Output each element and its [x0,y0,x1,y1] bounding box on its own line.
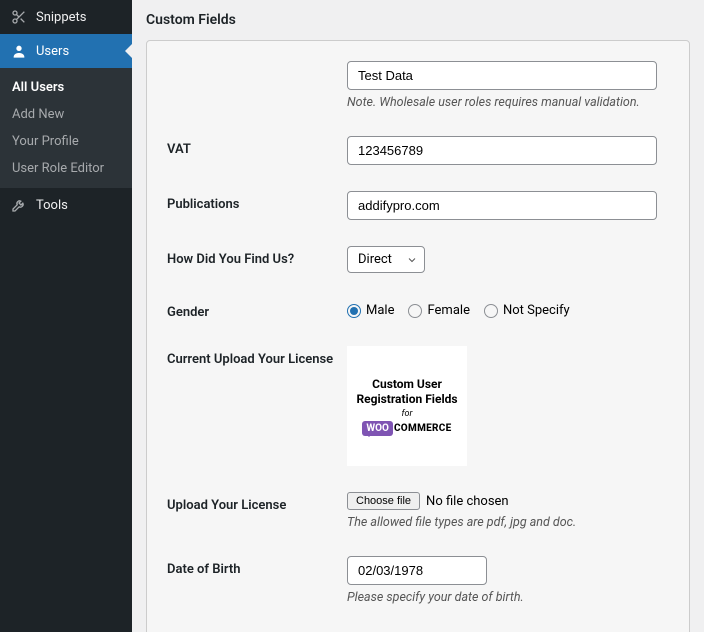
thumb-line2: Registration Fields [356,392,457,407]
label-upload-license: Upload Your License [167,492,347,513]
chevron-down-icon [406,254,418,266]
vat-input[interactable] [347,136,657,165]
radio-icon [484,304,498,318]
menu-label: Snippets [36,10,87,25]
radio-notspecify[interactable]: Not Specify [484,303,570,318]
content-area: Custom Fields Note. Wholesale user roles… [132,0,704,632]
findus-value: Direct [358,252,392,267]
radio-label: Not Specify [503,303,570,318]
woocommerce-logo: WOO COMMERCE [362,421,451,436]
label-publications: Publications [167,191,347,212]
menu-label: Tools [36,198,68,213]
license-thumbnail: Custom User Registration Fields for WOO … [347,346,467,466]
row-current-license: Current Upload Your License Custom User … [167,346,669,466]
row-upload-license: Upload Your License Choose file No file … [167,492,669,530]
radio-label: Male [366,303,394,318]
admin-sidebar: Snippets Users All Users Add New Your Pr… [0,0,132,632]
row-gender: Gender Male Female Not Specify [167,299,669,320]
row-dob: Date of Birth Please specify your date o… [167,556,669,605]
page-title: Custom Fields [146,12,690,28]
row-publications: Publications [167,191,669,220]
user-icon [10,42,28,60]
label-vat: VAT [167,136,347,157]
radio-icon [347,304,361,318]
radio-icon [408,304,422,318]
label-dob: Date of Birth [167,556,347,577]
choose-file-button[interactable]: Choose file [347,492,420,510]
wrench-icon [10,196,28,214]
dob-input[interactable] [347,556,487,585]
submenu-add-new[interactable]: Add New [0,101,132,128]
label-empty [167,61,347,67]
upload-note: The allowed file types are pdf, jpg and … [347,515,669,530]
menu-item-snippets[interactable]: Snippets [0,0,132,34]
woo-text: WOO [362,421,393,436]
findus-select[interactable]: Direct [347,246,425,273]
thumb-for: for [402,409,413,419]
testdata-note: Note. Wholesale user roles requires manu… [347,95,669,110]
submenu-all-users[interactable]: All Users [0,74,132,101]
row-findus: How Did You Find Us? Direct [167,246,669,273]
publications-input[interactable] [347,191,657,220]
label-gender: Gender [167,299,347,320]
file-status: No file chosen [426,494,509,509]
row-testdata: Note. Wholesale user roles requires manu… [167,61,669,110]
custom-fields-panel: Note. Wholesale user roles requires manu… [146,40,690,632]
menu-item-tools[interactable]: Tools [0,188,132,222]
users-submenu: All Users Add New Your Profile User Role… [0,68,132,188]
radio-label: Female [427,303,469,318]
dob-note: Please specify your date of birth. [347,590,669,605]
submenu-your-profile[interactable]: Your Profile [0,128,132,155]
label-current-license: Current Upload Your License [167,346,347,367]
submenu-user-role-editor[interactable]: User Role Editor [0,155,132,182]
row-vat: VAT [167,136,669,165]
menu-item-users[interactable]: Users [0,34,132,68]
gender-radio-group: Male Female Not Specify [347,299,669,318]
thumb-line1: Custom User [372,377,442,392]
label-findus: How Did You Find Us? [167,246,347,267]
scissors-icon [10,8,28,26]
radio-female[interactable]: Female [408,303,469,318]
menu-label: Users [36,44,69,59]
radio-male[interactable]: Male [347,303,394,318]
commerce-text: COMMERCE [394,423,452,434]
testdata-input[interactable] [347,61,657,90]
